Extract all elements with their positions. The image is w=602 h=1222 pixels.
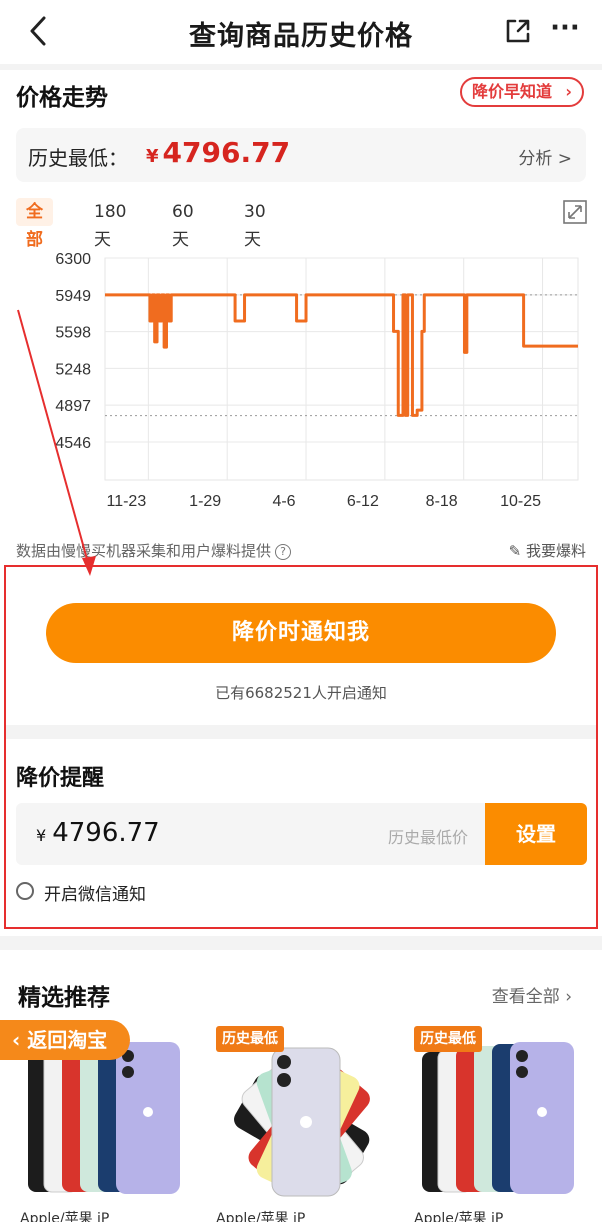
back-to-taobao-button[interactable]: ‹ 返回淘宝	[0, 1020, 130, 1060]
tab-all[interactable]: 全部	[16, 198, 53, 250]
divider	[6, 725, 596, 739]
lowest-price-label: 历史最低：	[28, 146, 128, 170]
report-link[interactable]: ✎ 我要爆料	[509, 540, 586, 561]
product-title: Apple/苹果 iP	[20, 1211, 110, 1222]
back-to-taobao-label: 返回淘宝	[27, 1028, 108, 1052]
data-source-note: 数据由慢慢买机器采集和用户爆料提供?	[16, 540, 292, 561]
x-tick-label: 4-6	[272, 493, 295, 510]
top-bar: 查询商品历史价格 ···	[0, 0, 602, 64]
edit-icon: ✎	[508, 542, 526, 560]
more-options-icon[interactable]: ···	[548, 15, 582, 44]
chevron-right-icon: ›	[565, 82, 572, 101]
lowest-price-box: 历史最低： ¥4796.77 分析 >	[16, 128, 586, 182]
fullscreen-icon[interactable]	[563, 200, 587, 224]
price-alert-title: 降价提醒	[16, 766, 105, 791]
x-tick-label: 11-23	[106, 493, 146, 510]
view-all-label: 查看全部	[491, 987, 560, 1007]
report-label: 我要爆料	[525, 542, 586, 560]
price-drop-early-button[interactable]: 降价早知道 ›	[460, 77, 584, 107]
price-history-chart: 6300 5949 5598 5248 4897 4546 11-23 1-29 4-6 6-12…	[55, 251, 579, 510]
share-icon[interactable]	[503, 16, 533, 46]
y-tick-label: 6300	[55, 251, 91, 268]
wechat-notify-radio[interactable]	[16, 882, 34, 900]
price-drop-early-label: 降价早知道	[472, 82, 553, 101]
recommend-title: 精选推荐	[18, 985, 110, 1011]
alert-price-value: ¥4796.77	[36, 818, 160, 848]
lowest-price-badge: 历史最低	[414, 1026, 482, 1052]
product-card[interactable]: 历史最低 Apple/苹果 iP	[414, 1022, 594, 1222]
lowest-price-value: ¥4796.77	[146, 136, 290, 169]
product-card[interactable]: 历史最低 Apple/苹果 iP	[216, 1022, 396, 1222]
currency-symbol: ¥	[36, 826, 47, 845]
y-tick-label: 5949	[55, 288, 91, 305]
x-tick-label: 10-25	[500, 493, 541, 510]
data-source-text: 数据由慢慢买机器采集和用户爆料提供	[16, 542, 272, 560]
notify-on-price-drop-button[interactable]: 降价时通知我	[46, 603, 556, 663]
lowest-price-number: 4796.77	[162, 136, 291, 169]
alert-price-number: 4796.77	[52, 818, 160, 848]
y-tick-label: 4546	[55, 435, 91, 452]
chevron-left-icon: ‹	[12, 1028, 28, 1052]
view-all-link[interactable]: 查看全部 ›	[492, 982, 572, 1007]
divider	[0, 64, 602, 70]
price-line	[105, 293, 578, 417]
y-tick-label: 4897	[55, 398, 91, 415]
tab-30-days[interactable]: 30天	[244, 198, 266, 250]
chevron-right-icon: ›	[565, 987, 572, 1007]
y-tick-label: 5598	[55, 325, 91, 342]
product-title: Apple/苹果 iP	[414, 1211, 504, 1222]
analysis-link[interactable]: 分析 >	[518, 144, 572, 169]
lowest-price-badge: 历史最低	[216, 1026, 284, 1052]
tab-60-days[interactable]: 60天	[172, 198, 194, 250]
help-icon[interactable]: ?	[275, 543, 292, 560]
x-tick-label: 1-29	[189, 493, 221, 510]
alert-price-hint: 历史最低价	[387, 828, 468, 847]
product-title: Apple/苹果 iP	[216, 1211, 306, 1222]
price-trend-title: 价格走势	[16, 85, 108, 111]
plot-frame	[104, 257, 579, 481]
x-tick-label: 8-18	[426, 493, 458, 510]
x-tick-label: 6-12	[347, 493, 379, 510]
set-alert-button[interactable]: 设置	[485, 803, 587, 865]
subscriber-count: 已有6682521人开启通知	[215, 684, 387, 702]
alert-price-input[interactable]: ¥4796.77 历史最低价	[16, 803, 486, 865]
wechat-notify-label: 开启微信通知	[44, 885, 146, 905]
tab-180-days[interactable]: 180天	[94, 198, 126, 250]
divider	[0, 936, 602, 950]
y-tick-label: 5248	[55, 361, 91, 378]
currency-symbol: ¥	[146, 146, 159, 167]
